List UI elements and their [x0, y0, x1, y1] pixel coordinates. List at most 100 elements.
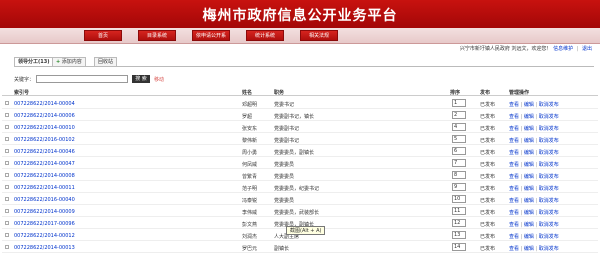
order-input[interactable]: 6 [452, 147, 466, 155]
table-row: 007228622/2014-00011 范子明 党委委员，纪委书记 已发布 9 查看 |… [2, 182, 598, 193]
row-status: 已发布 [480, 234, 496, 240]
row-index[interactable]: 007228622/2016-00040 [14, 197, 75, 203]
edit-link[interactable]: 编辑 [524, 102, 534, 108]
unpublish-link[interactable]: 取消发布 [539, 198, 559, 204]
row-index[interactable]: 007228622/2016-00102 [14, 137, 75, 143]
unpublish-link[interactable]: 取消发布 [539, 126, 559, 132]
unpublish-link[interactable]: 取消发布 [539, 186, 559, 192]
view-link[interactable]: 查看 [509, 150, 519, 156]
order-input[interactable]: 4 [452, 123, 466, 131]
row-index[interactable]: 007228622/2014-00008 [14, 173, 75, 179]
row-checkbox[interactable] [5, 233, 9, 237]
row-checkbox[interactable] [5, 173, 9, 177]
edit-link[interactable]: 编辑 [524, 138, 534, 144]
edit-link[interactable]: 编辑 [524, 126, 534, 132]
order-input[interactable]: 10 [452, 195, 466, 203]
row-checkbox[interactable] [5, 161, 9, 165]
row-checkbox[interactable] [5, 125, 9, 129]
row-name: 曾繁青 [242, 174, 258, 180]
view-link[interactable]: 查看 [509, 186, 519, 192]
view-link[interactable]: 查看 [509, 222, 519, 228]
unpublish-link[interactable]: 取消发布 [539, 174, 559, 180]
row-index[interactable]: 007228622/2014-00004 [14, 101, 75, 107]
order-input[interactable]: 7 [452, 159, 466, 167]
view-link[interactable]: 查看 [509, 138, 519, 144]
view-link[interactable]: 查看 [509, 246, 519, 252]
order-input[interactable]: 11 [452, 207, 466, 215]
row-checkbox[interactable] [5, 137, 9, 141]
view-link[interactable]: 查看 [509, 114, 519, 120]
table-row: 007228622/2014-00046 周小勇 党委委员，副镇长 已发布 6 查看 | … [2, 146, 598, 157]
view-link[interactable]: 查看 [509, 174, 519, 180]
unpublish-link[interactable]: 取消发布 [539, 138, 559, 144]
row-index[interactable]: 007228622/2014-00006 [14, 113, 75, 119]
edit-link[interactable]: 编辑 [524, 222, 534, 228]
row-index[interactable]: 007228622/2017-00096 [14, 221, 75, 227]
nav-catalog[interactable]: 目录系统 [138, 30, 176, 41]
row-checkbox[interactable] [5, 113, 9, 117]
row-checkbox[interactable] [5, 101, 9, 105]
unpublish-link[interactable]: 取消发布 [539, 222, 559, 228]
search-input[interactable] [36, 75, 128, 83]
row-checkbox[interactable] [5, 245, 9, 249]
row-index[interactable]: 007228622/2014-00011 [14, 185, 75, 191]
unpublish-link[interactable]: 取消发布 [539, 234, 559, 240]
edit-link[interactable]: 编辑 [524, 186, 534, 192]
view-link[interactable]: 查看 [509, 198, 519, 204]
row-status: 已发布 [480, 102, 496, 108]
nav-statistics[interactable]: 统计系统 [246, 30, 284, 41]
row-actions: 查看 | 编辑 | 取消发布 [509, 221, 559, 228]
view-link[interactable]: 查看 [509, 234, 519, 240]
view-link[interactable]: 查看 [509, 102, 519, 108]
order-input[interactable]: 2 [452, 111, 466, 119]
order-input[interactable]: 1 [452, 99, 466, 107]
row-index[interactable]: 007228622/2014-00013 [14, 245, 75, 251]
view-link[interactable]: 查看 [509, 126, 519, 132]
row-name: 彭文燕 [242, 222, 258, 228]
plus-icon: + [56, 59, 61, 65]
unpublish-link[interactable]: 取消发布 [539, 114, 559, 120]
row-checkbox[interactable] [5, 197, 9, 201]
order-input[interactable]: 13 [452, 231, 466, 239]
row-index[interactable]: 007228622/2014-00009 [14, 209, 75, 215]
row-checkbox[interactable] [5, 209, 9, 213]
nav-regulations[interactable]: 相关法规 [300, 30, 338, 41]
unpublish-link[interactable]: 取消发布 [539, 150, 559, 156]
row-name: 张安东 [242, 126, 258, 132]
logout-link[interactable]: 退出 [582, 46, 592, 52]
order-input[interactable]: 14 [452, 243, 466, 251]
edit-link[interactable]: 编辑 [524, 114, 534, 120]
unpublish-link[interactable]: 取消发布 [539, 210, 559, 216]
move-link[interactable]: 移动 [154, 76, 164, 83]
edit-link[interactable]: 编辑 [524, 234, 534, 240]
row-index[interactable]: 007228622/2014-00010 [14, 125, 75, 131]
info-maintain-link[interactable]: 信息维护 [553, 46, 573, 52]
unpublish-link[interactable]: 取消发布 [539, 246, 559, 252]
row-index[interactable]: 007228622/2014-00046 [14, 149, 75, 155]
order-input[interactable]: 5 [452, 135, 466, 143]
order-input[interactable]: 12 [452, 219, 466, 227]
search-button[interactable]: 搜 索 [132, 75, 150, 83]
edit-link[interactable]: 编辑 [524, 150, 534, 156]
row-checkbox[interactable] [5, 221, 9, 225]
edit-link[interactable]: 编辑 [524, 174, 534, 180]
row-checkbox[interactable] [5, 149, 9, 153]
view-link[interactable]: 查看 [509, 162, 519, 168]
edit-link[interactable]: 编辑 [524, 246, 534, 252]
edit-link[interactable]: 编辑 [524, 210, 534, 216]
row-actions: 查看 | 编辑 | 取消发布 [509, 197, 559, 204]
row-checkbox[interactable] [5, 185, 9, 189]
user-bar: 兴宁市新圩镇人民政府 刘远文，欢迎您！ 信息维护 | 退出 [460, 45, 592, 52]
unpublish-link[interactable]: 取消发布 [539, 162, 559, 168]
edit-link[interactable]: 编辑 [524, 162, 534, 168]
order-input[interactable]: 8 [452, 171, 466, 179]
row-index[interactable]: 007228622/2014-00047 [14, 161, 75, 167]
unpublish-link[interactable]: 取消发布 [539, 102, 559, 108]
view-link[interactable]: 查看 [509, 210, 519, 216]
nav-request[interactable]: 依申请公开系 [192, 30, 230, 41]
row-index[interactable]: 007228622/2014-00012 [14, 233, 75, 239]
nav-home[interactable]: 首页 [84, 30, 122, 41]
row-title: 党委委员 [274, 162, 295, 168]
edit-link[interactable]: 编辑 [524, 198, 534, 204]
order-input[interactable]: 9 [452, 183, 466, 191]
